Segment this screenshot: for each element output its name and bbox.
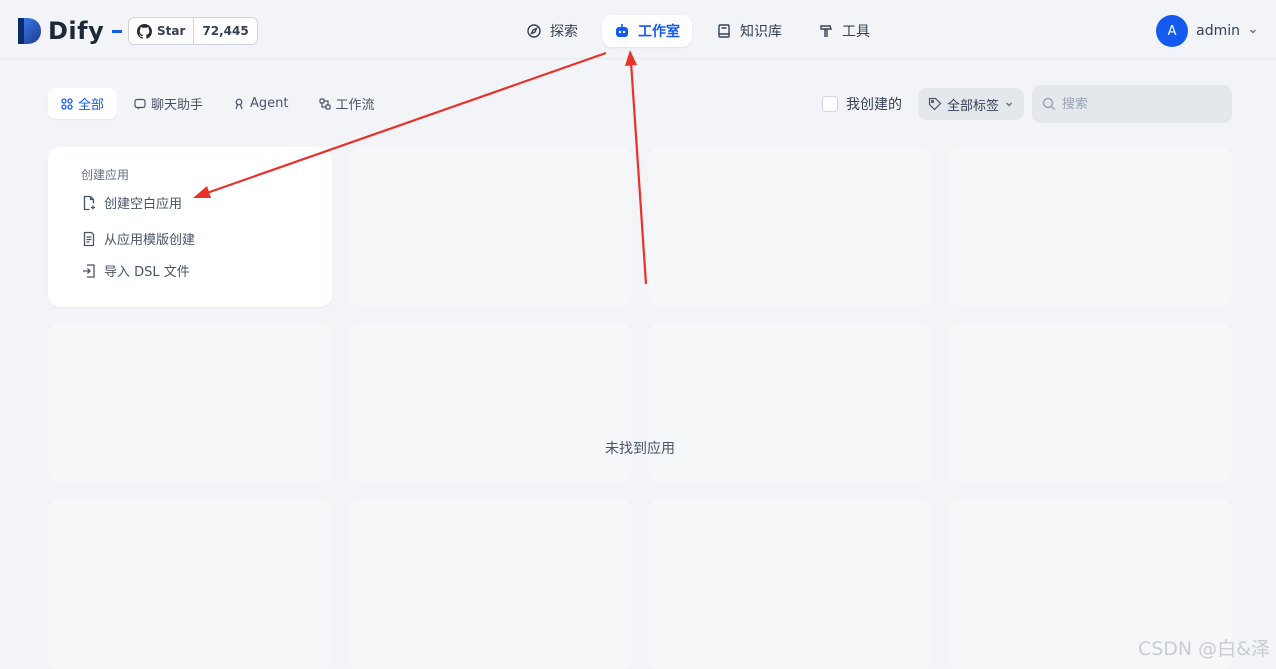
- tag-filter-select[interactable]: 全部标签: [917, 88, 1024, 120]
- top-header: Dify Star 72,445 探索 工作室 知识库 工具 A admin: [0, 0, 1276, 59]
- empty-state-text: 未找到应用: [605, 441, 675, 457]
- created-by-me-filter[interactable]: 我创建的: [821, 94, 902, 114]
- search-icon: [1042, 97, 1055, 110]
- nav-studio[interactable]: 工作室: [602, 15, 692, 47]
- placeholder-card: [648, 499, 932, 669]
- tab-agent[interactable]: Agent: [220, 88, 301, 119]
- chat-icon: [134, 98, 146, 109]
- create-app-title: 创建应用: [81, 168, 130, 182]
- created-by-me-checkbox[interactable]: [821, 96, 838, 112]
- import-dsl-label: 导入 DSL 文件: [104, 265, 190, 280]
- placeholder-card: [648, 323, 932, 483]
- tab-all-label: 全部: [78, 98, 105, 113]
- placeholder-card: [948, 323, 1232, 483]
- create-blank-app-button[interactable]: 创建空白应用: [81, 193, 182, 212]
- placeholder-card: [348, 147, 632, 307]
- placeholder-card: [348, 499, 632, 669]
- search-input[interactable]: [1062, 96, 1222, 112]
- avatar: A: [1156, 15, 1189, 47]
- app-type-tabs: 全部 聊天助手 Agent 工作流: [48, 88, 388, 119]
- chevron-down-icon: [1250, 29, 1256, 34]
- user-menu[interactable]: A admin: [1156, 15, 1258, 47]
- tab-chat[interactable]: 聊天助手: [121, 88, 216, 119]
- annotation-arrow-to-studio: [629, 61, 648, 285]
- tab-chat-label: 聊天助手: [151, 98, 204, 113]
- dify-logo-icon: [18, 18, 41, 44]
- tab-all[interactable]: 全部: [48, 88, 118, 119]
- filter-bar: 我创建的 全部标签: [821, 85, 1232, 123]
- nav-knowledge-label: 知识库: [740, 24, 782, 40]
- csdn-watermark: CSDN @白&泽: [1137, 638, 1270, 660]
- new-file-icon: [83, 195, 95, 210]
- tab-agent-label: Agent: [250, 96, 289, 111]
- tab-workflow[interactable]: 工作流: [306, 88, 388, 119]
- book-icon: [718, 24, 730, 38]
- dify-logo[interactable]: Dify: [16, 16, 123, 46]
- search-box[interactable]: [1032, 85, 1232, 123]
- nav-studio-label: 工作室: [638, 24, 680, 40]
- created-by-me-label: 我创建的: [845, 97, 902, 113]
- create-from-template-button[interactable]: 从应用模版创建: [81, 229, 195, 248]
- tag-filter-label: 全部标签: [946, 98, 999, 114]
- placeholder-card: [48, 499, 332, 669]
- github-star-badge[interactable]: Star 72,445: [128, 17, 258, 45]
- import-icon: [83, 263, 95, 278]
- user-name: admin: [1196, 23, 1240, 39]
- chevron-down-icon: [1006, 102, 1012, 107]
- nav-explore-label: 探索: [550, 24, 578, 40]
- brand-cursor: [112, 29, 123, 33]
- github-icon: [137, 23, 152, 39]
- create-blank-app-label: 创建空白应用: [104, 197, 183, 212]
- tag-icon: [928, 97, 942, 111]
- placeholder-card: [348, 323, 632, 483]
- nav-tools-label: 工具: [842, 24, 870, 40]
- agent-icon: [235, 98, 243, 109]
- compass-icon: [527, 24, 541, 38]
- robot-icon: [616, 24, 628, 37]
- placeholder-card: [648, 147, 932, 307]
- grid-icon: [61, 97, 73, 110]
- tab-workflow-label: 工作流: [335, 98, 375, 113]
- placeholder-card: [48, 323, 332, 483]
- import-dsl-button[interactable]: 导入 DSL 文件: [81, 261, 190, 280]
- main-nav: 探索 工作室 知识库 工具: [514, 15, 882, 47]
- github-star-label: Star: [157, 24, 186, 38]
- brand-name: Dify: [48, 17, 105, 45]
- nav-tools[interactable]: 工具: [806, 15, 882, 47]
- create-from-template-label: 从应用模版创建: [104, 233, 196, 248]
- placeholder-card: [948, 147, 1232, 307]
- github-star-button[interactable]: Star: [129, 18, 194, 44]
- github-star-count: 72,445: [193, 18, 256, 44]
- hammer-icon: [820, 25, 832, 37]
- nav-explore[interactable]: 探索: [514, 15, 590, 47]
- template-icon: [83, 231, 95, 246]
- create-app-card: 创建应用 创建空白应用 从应用模版创建 导入 DSL 文件: [48, 147, 332, 307]
- workflow-icon: [318, 97, 331, 110]
- nav-knowledge[interactable]: 知识库: [704, 15, 794, 47]
